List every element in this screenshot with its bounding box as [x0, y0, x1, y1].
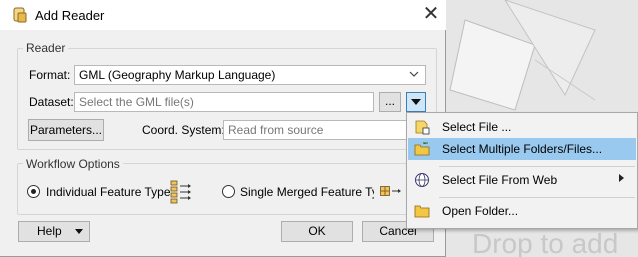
single-merged-feature-type-radio[interactable]: [222, 185, 235, 198]
menu-item-select-file[interactable]: Select File ...: [408, 116, 636, 138]
drop-watermark: Drop to add: [472, 228, 619, 257]
merged-feature-type-icon: [380, 186, 402, 201]
title-bar: Add Reader ✕: [0, 0, 446, 30]
chevron-down-icon: [409, 71, 419, 77]
file-icon: [414, 119, 430, 135]
help-label: Help: [37, 224, 62, 238]
menu-item-label: Select File ...: [442, 120, 512, 134]
menu-separator: [439, 197, 635, 198]
reader-group-label: Reader: [23, 41, 69, 55]
close-button[interactable]: ✕: [418, 3, 444, 27]
browse-button[interactable]: ...: [379, 92, 401, 112]
help-button[interactable]: Help: [18, 221, 90, 242]
menu-item-label: Select File From Web: [442, 173, 558, 187]
folder-icon: [414, 203, 430, 219]
format-value: GML (Geography Markup Language): [79, 68, 276, 82]
add-reader-dialog: Add Reader ✕ Reader Format: GML (Geograp…: [0, 0, 446, 257]
single-merged-feature-type-label: Single Merged Feature Type: [240, 185, 374, 199]
workflow-options-label: Workflow Options: [23, 157, 123, 171]
menu-item-select-multiple[interactable]: Select Multiple Folders/Files...: [408, 138, 636, 160]
ok-button[interactable]: OK: [281, 221, 353, 242]
multi-folder-icon: [414, 141, 430, 157]
parameters-button[interactable]: Parameters...: [28, 119, 104, 141]
coord-system-label: Coord. System:: [142, 123, 225, 137]
web-icon: [414, 172, 430, 188]
triangle-down-icon: [411, 99, 421, 105]
menu-item-open-folder[interactable]: Open Folder...: [408, 200, 636, 222]
menu-item-label: Open Folder...: [442, 204, 519, 218]
submenu-arrow-icon: [619, 174, 624, 182]
dialog-title: Add Reader: [35, 8, 105, 23]
coord-system-input[interactable]: Read from source: [223, 120, 423, 140]
dataset-label: Dataset:: [29, 95, 74, 109]
browse-options-dropdown-button[interactable]: [406, 92, 426, 112]
format-label: Format:: [29, 68, 71, 82]
triangle-down-icon: [75, 229, 83, 234]
individual-feature-type-radio[interactable]: [27, 185, 40, 198]
individual-feature-type-icon: [170, 180, 192, 207]
individual-feature-type-label: Individual Feature Type: [46, 185, 171, 199]
browse-options-menu: Select File ... Select Multiple Folders/…: [406, 112, 638, 229]
close-icon: ✕: [422, 3, 440, 25]
menu-separator: [439, 166, 635, 167]
menu-item-label: Select Multiple Folders/Files...: [442, 142, 603, 156]
dataset-placeholder: Select the GML file(s): [79, 95, 194, 109]
dataset-input[interactable]: Select the GML file(s): [74, 92, 374, 112]
coord-system-value: Read from source: [228, 123, 324, 137]
format-select[interactable]: GML (Geography Markup Language): [74, 65, 426, 85]
menu-item-select-file-from-web[interactable]: Select File From Web: [408, 169, 636, 191]
reader-app-icon: [12, 7, 28, 23]
